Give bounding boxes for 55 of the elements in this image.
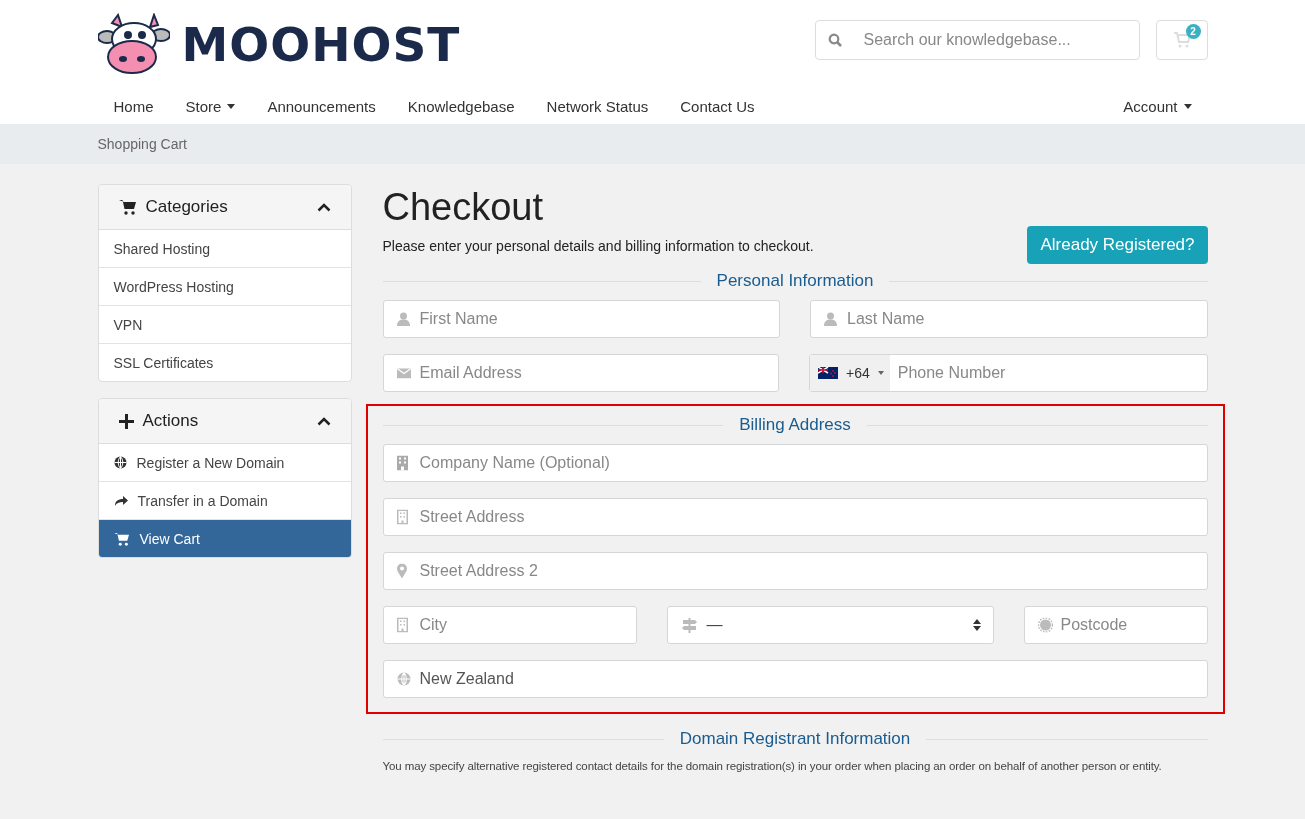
input-field[interactable]: Postcode [1023,606,1208,644]
country-code: +64 [846,365,870,381]
flag-icon [818,367,838,379]
cart-icon [118,199,137,215]
sidebar-item[interactable]: Shared Hosting [98,230,351,267]
country-code-dropdown[interactable]: +64 [810,355,890,391]
globe-icon [113,456,127,469]
sort-arrows-icon [972,619,981,631]
sidebar-item[interactable]: SSL Certificates [98,343,351,381]
sidebar-item[interactable]: Register a New Domain [98,444,351,481]
search-icon [827,33,842,47]
page-title: Checkout [382,185,545,230]
section-note: You may specify alternative registered contact details for the domain registration(s) in your order when placing an order on behalf of another person or entity. [382,760,1163,772]
nav-link[interactable]: Announcements [251,97,392,115]
cow-logo-icon [97,13,170,75]
input-field[interactable]: New Zealand [382,660,1208,698]
phone-field[interactable]: +64 Phone Number [809,354,1208,392]
intro-text: Please enter your personal details and billing information to checkout. [382,238,814,254]
chevron-icon[interactable] [316,202,331,212]
nav-link[interactable]: Network Status [530,97,665,115]
sidebar-item[interactable]: WordPress Hosting [98,267,351,305]
section-title: Domain Registrant Information [679,729,911,749]
panel-header[interactable]: Actions [98,399,351,444]
cart-icon [113,531,130,546]
input-field[interactable]: Email Address [382,354,779,392]
plus-icon [118,413,134,429]
cart-count-badge: 2 [1185,24,1201,39]
nav-link[interactable]: Home [97,97,170,115]
input-field[interactable]: Street Address 2 [382,552,1208,590]
account-menu[interactable]: Account [1107,97,1208,115]
panel-title: Categories [145,197,229,217]
panel-header[interactable]: Categories [98,185,351,230]
nav-link[interactable]: Store [169,97,252,115]
nav-link[interactable]: Contact Us [664,97,771,115]
input-field[interactable]: City [382,606,637,644]
share-arrow-icon [113,494,128,507]
state-select[interactable]: — [666,606,994,644]
input-field[interactable]: Street Address [382,498,1208,536]
section-title: Billing Address [739,415,851,435]
input-field[interactable]: First Name [382,300,780,338]
cart-icon [1172,32,1191,48]
section-title: Personal Information [716,271,874,291]
panel-title: Actions [142,411,200,431]
chevron-icon[interactable] [316,416,331,426]
nav-link[interactable]: Knowledgebase [391,97,531,115]
sidebar-item[interactable]: VPN [98,305,351,343]
signpost-icon [681,617,697,633]
sidebar-item[interactable]: View Cart [98,519,351,557]
search-field[interactable]: Search our knowledgebase... [814,20,1140,60]
phone-number-input[interactable]: Phone Number [895,363,1207,383]
input-field[interactable]: Last Name [810,300,1208,338]
caret-icon [877,371,884,375]
logo-text: MOOHOST [181,16,461,72]
input-field[interactable]: Company Name (Optional) [382,444,1208,482]
breadcrumb[interactable]: Shopping Cart [97,136,187,152]
